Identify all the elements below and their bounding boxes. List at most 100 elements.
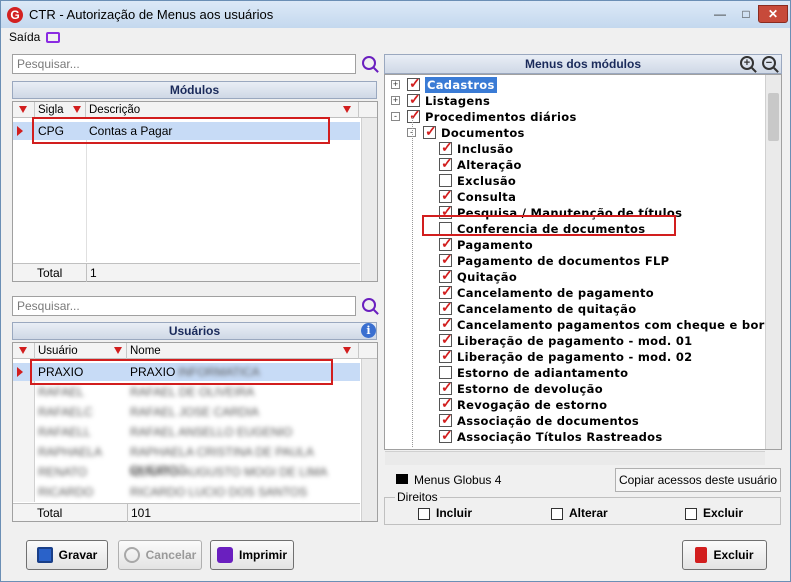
tree-checkbox[interactable]	[439, 299, 453, 316]
tree-item-label[interactable]: Revogação de estorno	[457, 397, 607, 413]
tree-item-label[interactable]: Cancelamento pagamentos com cheque e bor	[457, 317, 765, 333]
tree-checkbox[interactable]	[439, 315, 453, 332]
usuario-filter-icon[interactable]	[114, 347, 122, 354]
tree-checkbox[interactable]	[439, 379, 453, 396]
tree-item-label[interactable]: Consulta	[457, 189, 516, 205]
tree-checkbox[interactable]	[439, 235, 453, 252]
tree-checkbox[interactable]	[407, 107, 421, 124]
tree-checkbox[interactable]	[407, 75, 421, 92]
modulos-scrollbar[interactable]	[361, 118, 377, 281]
gravar-button[interactable]: Gravar	[26, 540, 108, 570]
tree-checkbox[interactable]	[439, 267, 453, 284]
cancelar-button[interactable]: Cancelar	[118, 540, 202, 570]
tree-checkbox[interactable]	[439, 411, 453, 428]
row-nome: RICARDO LUCIO DOS SANTOS	[130, 485, 308, 499]
row-usuario: RAFAEL	[38, 385, 85, 399]
tree-item-label[interactable]: Pagamento de documentos FLP	[457, 253, 669, 269]
alterar-label: Alterar	[569, 506, 608, 520]
menu-saida[interactable]: Saída	[9, 30, 40, 44]
usuarios-row[interactable]: RAFAELL RAFAEL ANSELLO EUGENIO	[13, 423, 360, 441]
menus-header: Menus dos módulos	[384, 54, 782, 74]
tree-item-label[interactable]: Pagamento	[457, 237, 533, 253]
tree-expander-icon[interactable]: +	[391, 80, 400, 89]
tree-scrollbar[interactable]	[765, 75, 781, 449]
row-nome: RENATO AUGUSTO MOGI DE LIMA	[130, 465, 328, 479]
menus-footer: Menus Globus 4 Copiar acessos deste usuá…	[384, 468, 781, 492]
nome-filter-icon[interactable]	[343, 347, 351, 354]
tree-checkbox[interactable]	[439, 331, 453, 348]
tree-item-label[interactable]: Cancelamento de quitação	[457, 301, 636, 317]
total-label: Total	[37, 266, 63, 280]
alterar-checkbox[interactable]	[551, 508, 563, 520]
filter-icon[interactable]	[19, 347, 27, 354]
modulos-grid-header: Sigla Descrição	[13, 102, 377, 118]
tree-checkbox[interactable]	[439, 155, 453, 172]
screen-icon[interactable]	[46, 31, 61, 43]
modulos-search-input[interactable]: Pesquisar...	[12, 54, 356, 74]
col-nome[interactable]: Nome	[127, 343, 359, 359]
tree-item-label[interactable]: Cadastros	[425, 77, 497, 93]
minimize-button[interactable]: —	[707, 5, 733, 23]
usuarios-row[interactable]: RENATO RENATO AUGUSTO MOGI DE LIMA	[13, 463, 360, 481]
info-icon[interactable]: i	[361, 323, 376, 338]
tree-hscrollbar[interactable]	[385, 451, 765, 465]
tree-expander-icon[interactable]: -	[391, 112, 400, 121]
usuarios-search-input[interactable]: Pesquisar...	[12, 296, 356, 316]
tree-item-label[interactable]: Listagens	[425, 93, 490, 109]
excluir-label: Excluir	[703, 506, 744, 520]
tree-checkbox[interactable]	[439, 251, 453, 268]
col-descricao[interactable]: Descrição	[86, 102, 359, 118]
tree-checkbox[interactable]	[439, 174, 452, 187]
tree-checkbox[interactable]	[439, 139, 453, 156]
modulos-search-icon[interactable]	[362, 56, 376, 70]
row-indicator-icon	[17, 126, 23, 136]
tree-checkbox[interactable]	[439, 395, 453, 412]
row-indicator-icon	[17, 367, 23, 377]
maximize-button[interactable]: □	[733, 5, 759, 23]
incluir-checkbox[interactable]	[418, 508, 430, 520]
tree-item-label[interactable]: Exclusão	[457, 173, 516, 189]
tree-checkbox[interactable]	[439, 283, 453, 300]
tree-item-label[interactable]: Alteração	[457, 157, 522, 173]
tree-checkbox[interactable]	[439, 427, 453, 444]
tree-checkbox[interactable]	[407, 91, 421, 108]
zoom-out-icon[interactable]: −	[762, 56, 776, 70]
tree-expander-icon[interactable]: +	[391, 96, 400, 105]
usuarios-scrollbar[interactable]	[361, 359, 377, 521]
descricao-filter-icon[interactable]	[343, 106, 351, 113]
usuarios-total-row: Total 101	[13, 503, 360, 522]
tree-item-label[interactable]: Associação de documentos	[457, 413, 639, 429]
main-window: G CTR - Autorização de Menus aos usuário…	[0, 0, 791, 582]
menu-bar: Saída	[9, 28, 61, 46]
tree-checkbox[interactable]	[439, 187, 453, 204]
imprimir-button[interactable]: Imprimir	[210, 540, 294, 570]
tree-checkbox[interactable]	[439, 366, 452, 379]
tree-item-label[interactable]: Quitação	[457, 269, 517, 285]
tree-item-label[interactable]: Procedimentos diários	[425, 109, 577, 125]
tree-item-label[interactable]: Cancelamento de pagamento	[457, 285, 654, 301]
usuarios-row[interactable]: RICARDO RICARDO LUCIO DOS SANTOS	[13, 483, 360, 501]
tree-item-label[interactable]: Associação Títulos Rastreados	[457, 429, 663, 445]
usuarios-search-icon[interactable]	[362, 298, 376, 312]
tree-item-label[interactable]: Inclusão	[457, 141, 513, 157]
excluir-checkbox[interactable]	[685, 508, 697, 520]
tree-item-label[interactable]: Liberação de pagamento - mod. 01	[457, 333, 692, 349]
close-button[interactable]: ✕	[758, 5, 788, 23]
filter-icon[interactable]	[19, 106, 27, 113]
usuarios-header: Usuários	[12, 322, 377, 340]
tree-item-label[interactable]: Estorno de adiantamento	[457, 365, 628, 381]
tree-item-label[interactable]: Estorno de devolução	[457, 381, 603, 397]
row-nome: RAFAEL JOSE CARDIA	[130, 405, 259, 419]
sigla-filter-icon[interactable]	[73, 106, 81, 113]
tree-checkbox[interactable]	[439, 347, 453, 364]
tree-item-label[interactable]: Liberação de pagamento - mod. 02	[457, 349, 692, 365]
tree-item-label[interactable]: Documentos	[441, 125, 525, 141]
usuarios-row[interactable]: RAFAELC RAFAEL JOSE CARDIA	[13, 403, 360, 421]
usuarios-row[interactable]: RAPHAELA RAPHAELA CRISTINA DE PAULA QUEI…	[13, 443, 360, 477]
zoom-in-icon[interactable]: +	[740, 56, 754, 70]
excluir-button[interactable]: Excluir	[682, 540, 767, 570]
tree-checkbox[interactable]	[423, 123, 437, 140]
copy-access-button[interactable]: Copiar acessos deste usuário	[615, 468, 781, 492]
modulos-total-row: Total 1	[13, 263, 360, 282]
usuarios-row[interactable]: RAFAEL RAFAEL DE OLIVEIRA	[13, 383, 360, 401]
